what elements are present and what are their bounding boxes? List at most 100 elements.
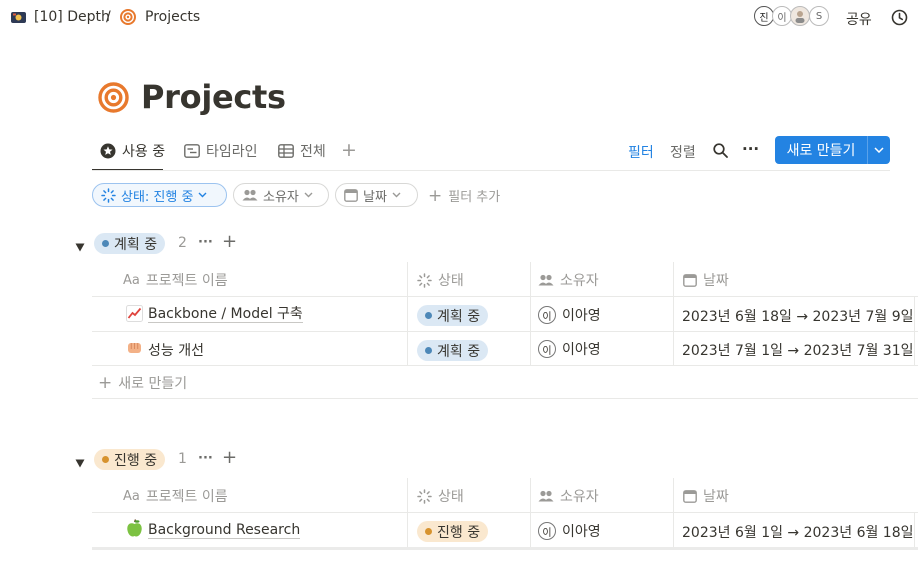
tab-active[interactable]: 사용 중: [100, 141, 165, 161]
group-label: 계획 중: [114, 236, 158, 253]
status-dot: [425, 528, 432, 535]
timeline-icon: [184, 144, 200, 158]
table-icon: [278, 144, 294, 158]
top-bar: [10] Depth / Projects 진 이 S 공유: [0, 0, 918, 36]
date-cell[interactable]: 2023년 6월 18일 → 2023년 7월 9일: [682, 306, 914, 326]
status-label: 진행 중: [437, 524, 481, 541]
breadcrumb-page[interactable]: Projects: [145, 9, 200, 25]
owner-filter-chip[interactable]: 소유자: [233, 183, 329, 207]
group-add-button[interactable]: +: [222, 231, 237, 252]
new-button[interactable]: 새로 만들기: [775, 136, 867, 164]
group-status-pill: 계획 중: [94, 233, 166, 254]
text-type-icon: Aa: [123, 272, 140, 288]
new-button-dropdown[interactable]: [868, 136, 890, 164]
column-header-name[interactable]: Aa 프로젝트 이름: [123, 486, 228, 506]
column-label: 상태: [438, 273, 464, 289]
sort-button[interactable]: 정렬: [670, 142, 696, 162]
group-more-button[interactable]: ···: [198, 235, 213, 250]
status-cell[interactable]: 계획 중: [417, 339, 489, 361]
column-header-date[interactable]: 날짜: [683, 486, 729, 506]
date-cell[interactable]: 2023년 6월 1일 → 2023년 6월 18일: [682, 522, 914, 542]
text-type-icon: Aa: [123, 488, 140, 504]
clock-icon[interactable]: [891, 9, 908, 30]
table-row[interactable]: 성능 개선 계획 중 이 이아영 2023년 7월 1일 → 2023년 7월 …: [92, 332, 914, 365]
new-row-label: 새로 만들기: [118, 376, 188, 392]
owner-filter-label: 소유자: [263, 189, 299, 205]
status-dot: [102, 240, 109, 247]
status-filter-chip[interactable]: 상태: 진행 중: [92, 183, 227, 207]
calendar-icon: [683, 489, 697, 503]
status-label: 계획 중: [437, 308, 481, 325]
avatar[interactable]: 진: [754, 6, 774, 26]
status-pill: 진행 중: [417, 521, 489, 542]
chevron-down-icon: [392, 192, 401, 198]
people-icon: [538, 274, 554, 286]
owner-cell[interactable]: 이 이아영: [538, 521, 601, 541]
tab-label: 사용 중: [122, 144, 166, 160]
tab-all[interactable]: 전체: [278, 141, 326, 161]
plus-icon: +: [428, 185, 443, 206]
owner-cell[interactable]: 이 이아영: [538, 305, 601, 325]
page-title[interactable]: Projects: [141, 78, 286, 116]
avatar-photo[interactable]: [790, 6, 810, 26]
status-pill: 계획 중: [417, 305, 489, 326]
avatar[interactable]: S: [809, 6, 829, 26]
search-icon[interactable]: [713, 143, 728, 162]
chevron-down-icon: [198, 192, 207, 198]
column-header-status[interactable]: 상태: [417, 270, 464, 290]
status-dot: [425, 312, 432, 319]
filter-button[interactable]: 필터: [628, 142, 654, 162]
row-divider: [92, 547, 918, 550]
date-filter-chip[interactable]: 날짜: [335, 183, 418, 207]
table-row[interactable]: Background Research 진행 중 이 이아영 2023년 6월 …: [92, 513, 914, 547]
tab-label: 타임라인: [206, 144, 258, 160]
status-cell[interactable]: 계획 중: [417, 304, 489, 326]
column-header-owner[interactable]: 소유자: [538, 486, 599, 506]
tabs-divider: [92, 170, 890, 171]
column-header-name[interactable]: Aa 프로젝트 이름: [123, 270, 228, 290]
row-title[interactable]: Backbone / Model 구축: [148, 306, 303, 323]
column-divider: [914, 296, 915, 365]
column-label: 상태: [438, 489, 464, 505]
chart-increasing-icon: [126, 305, 143, 326]
column-label: 날짜: [703, 489, 729, 505]
row-title[interactable]: 성능 개선: [148, 340, 204, 360]
status-cell[interactable]: 진행 중: [417, 520, 489, 542]
more-options-button[interactable]: ···: [742, 140, 759, 158]
group-header-inprogress[interactable]: 진행 중: [94, 448, 166, 470]
collapse-toggle-icon[interactable]: [75, 453, 85, 472]
owner-avatar: 이: [538, 522, 556, 540]
new-row-button[interactable]: + 새로 만들기: [98, 373, 187, 393]
page-title-icon[interactable]: [98, 82, 129, 117]
column-header-status[interactable]: 상태: [417, 486, 464, 506]
status-dot: [102, 456, 109, 463]
owner-cell[interactable]: 이 이아영: [538, 339, 601, 359]
group-header-planned[interactable]: 계획 중: [94, 232, 166, 254]
group-add-button[interactable]: +: [222, 447, 237, 468]
group-count: 2: [178, 235, 187, 251]
column-header-owner[interactable]: 소유자: [538, 270, 599, 290]
date-cell[interactable]: 2023년 7월 1일 → 2023년 7월 31일: [682, 340, 914, 360]
add-filter-button[interactable]: + 필터 추가: [428, 186, 500, 205]
column-header-date[interactable]: 날짜: [683, 270, 729, 290]
workspace-icon: [10, 10, 27, 29]
status-filter-label: 상태: 진행 중: [121, 189, 194, 205]
column-label: 날짜: [703, 273, 729, 289]
table-row[interactable]: Backbone / Model 구축 계획 중 이 이아영 2023년 6월 …: [92, 297, 914, 331]
share-button[interactable]: 공유: [846, 9, 872, 29]
breadcrumb-workspace[interactable]: [10] Depth: [34, 9, 110, 25]
star-circle-icon: [100, 143, 116, 159]
people-icon: [242, 189, 258, 201]
chevron-down-icon: [874, 147, 884, 153]
group-more-button[interactable]: ···: [198, 451, 213, 466]
status-pill: 계획 중: [417, 340, 489, 361]
row-title[interactable]: Background Research: [148, 522, 301, 539]
add-view-button[interactable]: +: [341, 139, 357, 161]
status-label: 계획 중: [437, 343, 481, 360]
tab-timeline[interactable]: 타임라인: [184, 141, 258, 161]
avatar[interactable]: 이: [772, 6, 792, 26]
target-icon: [120, 9, 136, 29]
column-label: 프로젝트 이름: [145, 273, 228, 289]
tab-label: 전체: [300, 144, 326, 160]
collapse-toggle-icon[interactable]: [75, 237, 85, 256]
